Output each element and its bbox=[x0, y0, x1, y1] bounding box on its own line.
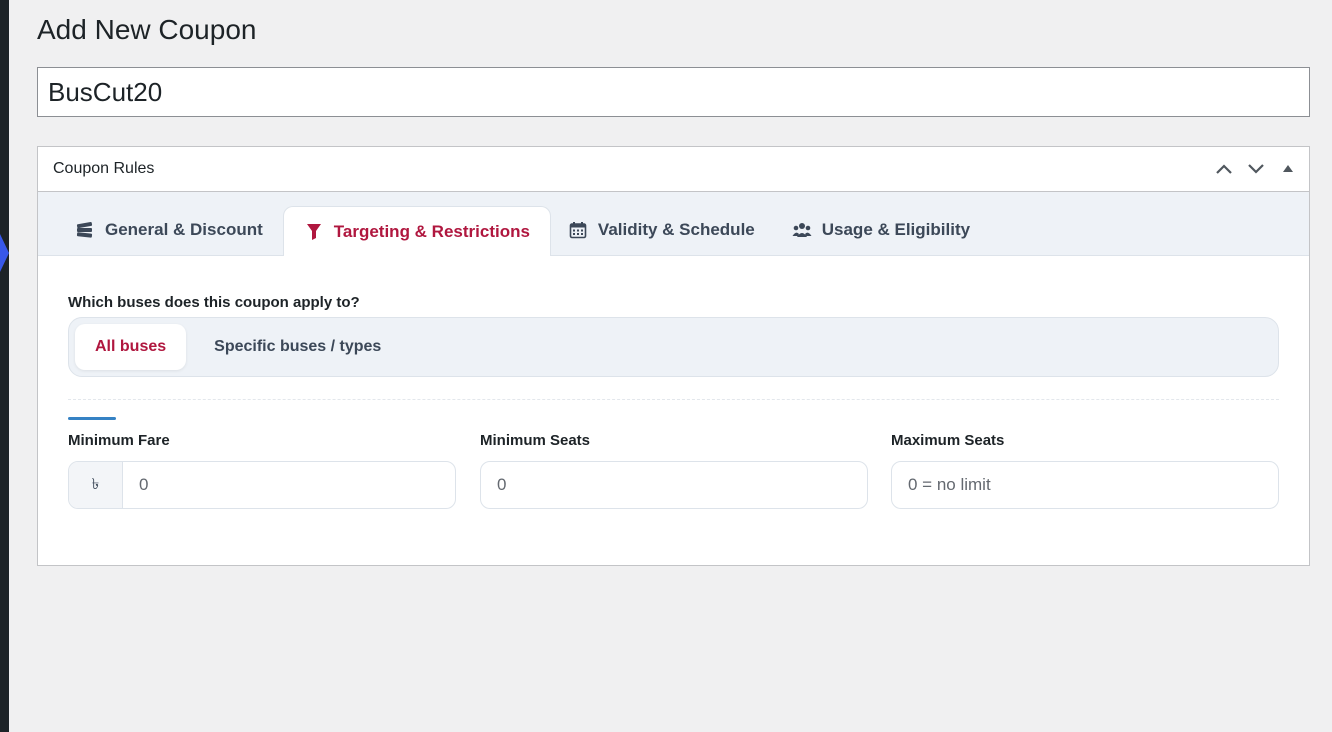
filter-icon bbox=[304, 222, 324, 242]
min-seats-label: Minimum Seats bbox=[480, 432, 591, 449]
all-buses-option[interactable]: All buses bbox=[75, 324, 187, 370]
max-seats-field: Maximum Seats bbox=[891, 432, 1279, 509]
max-seats-label: Maximum Seats bbox=[891, 432, 1005, 449]
coupon-rules-metabox: Coupon Rules General & Discount Targetin… bbox=[37, 146, 1310, 566]
specific-buses-option[interactable]: Specific buses / types bbox=[194, 324, 401, 370]
chevron-up-icon[interactable] bbox=[1211, 156, 1237, 182]
metabox-header: Coupon Rules bbox=[38, 147, 1309, 192]
min-seats-input[interactable] bbox=[481, 462, 867, 508]
coupon-code-input[interactable] bbox=[37, 67, 1310, 117]
page-title: Add New Coupon bbox=[37, 14, 257, 45]
sidebar-current-indicator bbox=[0, 234, 9, 272]
metabox-controls bbox=[1211, 156, 1301, 182]
metabox-title: Coupon Rules bbox=[53, 160, 155, 177]
max-seats-input-group bbox=[891, 461, 1279, 509]
tabs-bar: General & Discount Targeting & Restricti… bbox=[38, 192, 1309, 256]
min-fare-label: Minimum Fare bbox=[68, 432, 170, 449]
min-fare-input-group: ৳ bbox=[68, 461, 456, 509]
toggle-triangle-icon[interactable] bbox=[1275, 156, 1301, 182]
tab-label: Validity & Schedule bbox=[597, 220, 755, 239]
min-seats-input-group bbox=[480, 461, 868, 509]
tab-label: General & Discount bbox=[105, 220, 263, 239]
section-divider bbox=[68, 399, 1279, 400]
min-fare-field: Minimum Fare ৳ bbox=[68, 432, 456, 509]
tab-usage-eligibility[interactable]: Usage & Eligibility bbox=[775, 205, 990, 255]
currency-prefix: ৳ bbox=[69, 462, 123, 508]
tab-validity-schedule[interactable]: Validity & Schedule bbox=[551, 205, 775, 255]
bus-scope-question: Which buses does this coupon apply to? bbox=[68, 294, 360, 311]
section-accent-line bbox=[68, 417, 116, 420]
calendar-icon bbox=[568, 220, 588, 240]
tab-targeting-restrictions[interactable]: Targeting & Restrictions bbox=[282, 206, 551, 256]
chevron-down-icon[interactable] bbox=[1243, 156, 1269, 182]
users-icon bbox=[792, 220, 812, 240]
admin-sidebar-edge bbox=[0, 0, 9, 732]
min-fare-input[interactable] bbox=[123, 462, 455, 508]
tab-general-discount[interactable]: General & Discount bbox=[58, 205, 283, 255]
tab-label: Usage & Eligibility bbox=[821, 220, 971, 239]
ticket-stack-icon bbox=[75, 220, 95, 240]
tab-label: Targeting & Restrictions bbox=[333, 221, 530, 241]
bus-scope-segmented-control: All buses Specific buses / types bbox=[68, 317, 1279, 377]
min-seats-field: Minimum Seats bbox=[480, 432, 868, 509]
max-seats-input[interactable] bbox=[892, 462, 1278, 508]
